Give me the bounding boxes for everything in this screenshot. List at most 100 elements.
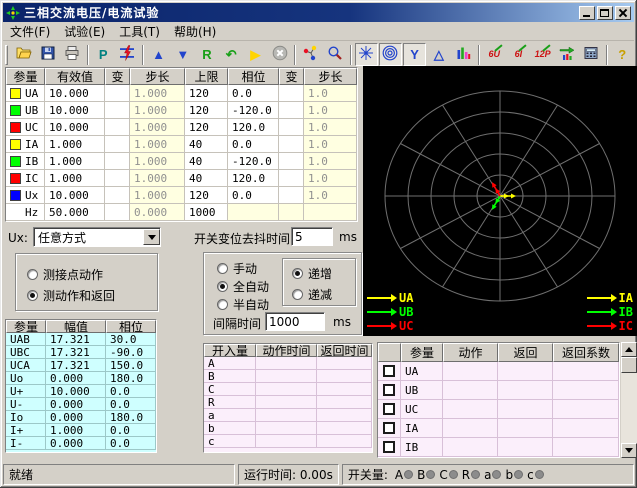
column-header[interactable]: 返回时间	[317, 344, 372, 357]
radio-icon[interactable]	[27, 269, 38, 280]
column-header[interactable]: 步长	[304, 68, 357, 85]
radio-option[interactable]: 递减	[292, 286, 332, 303]
phase-step-cell[interactable]: 1.0	[304, 187, 357, 204]
column-header[interactable]: 动作	[443, 343, 498, 362]
scroll-up-icon[interactable]	[621, 342, 637, 357]
vary-cell[interactable]	[105, 204, 130, 221]
step-down-button[interactable]: ▼	[171, 43, 194, 66]
result-table-scrollbar[interactable]	[621, 342, 637, 458]
six-i-button[interactable]: 6I	[507, 43, 530, 66]
vary-cell[interactable]	[279, 187, 304, 204]
step-cell[interactable]: 1.000	[130, 102, 185, 119]
menu-item[interactable]: 帮助(H)	[167, 22, 223, 41]
delta-view-button[interactable]: △	[427, 43, 450, 66]
phase-cell[interactable]: 0.0	[228, 136, 279, 153]
radio-icon[interactable]	[27, 290, 38, 301]
radio-option[interactable]: 全自动	[217, 278, 269, 295]
column-header[interactable]: 参量	[401, 343, 443, 362]
interval-input[interactable]	[265, 312, 325, 331]
vary-cell[interactable]	[279, 153, 304, 170]
vector-view-button[interactable]	[299, 43, 322, 66]
ux-mode-dropdown[interactable]: 任意方式	[33, 227, 161, 247]
vary-cell[interactable]	[105, 136, 130, 153]
column-header[interactable]: 幅值	[46, 320, 106, 333]
menu-item[interactable]: 工具(T)	[112, 22, 167, 41]
step-cell[interactable]: 1.000	[130, 187, 185, 204]
radio-option[interactable]: 测动作和返回	[27, 287, 115, 304]
phase-cell[interactable]: -120.0	[228, 102, 279, 119]
p-control-button[interactable]: P	[92, 43, 115, 66]
vary-cell[interactable]	[279, 102, 304, 119]
column-header[interactable]: 开入量	[204, 344, 256, 357]
output-bars-button[interactable]	[555, 43, 578, 66]
print-button[interactable]	[60, 43, 83, 66]
rms-cell[interactable]: 10.000	[45, 187, 105, 204]
reset-button[interactable]: R	[195, 43, 218, 66]
wye-view-button[interactable]: Y	[403, 43, 426, 66]
column-header[interactable]: 变	[279, 68, 304, 85]
phase-cell[interactable]: 0.0	[228, 85, 279, 102]
twelve-p-button[interactable]: 12P	[531, 43, 554, 66]
step-cell[interactable]: 1.000	[130, 136, 185, 153]
step-cell[interactable]: 1.000	[130, 119, 185, 136]
start-test-button[interactable]: ▶	[244, 43, 267, 66]
dropdown-arrow-icon[interactable]	[143, 229, 160, 245]
step-cell[interactable]: 1.000	[130, 170, 185, 187]
row-checkbox[interactable]	[383, 365, 395, 377]
help-button[interactable]: ?	[611, 43, 634, 66]
phase-step-cell[interactable]	[304, 204, 357, 221]
step-up-button[interactable]: ▲	[147, 43, 170, 66]
phase-step-cell[interactable]: 1.0	[304, 153, 357, 170]
radio-option[interactable]: 测接点动作	[27, 266, 103, 283]
column-header[interactable]: 相位	[228, 68, 279, 85]
row-checkbox[interactable]	[383, 422, 395, 434]
scroll-down-icon[interactable]	[621, 443, 637, 458]
circle-view-button[interactable]	[379, 43, 402, 66]
step-cell[interactable]: 0.000	[130, 204, 185, 221]
rms-cell[interactable]: 50.000	[45, 204, 105, 221]
vary-cell[interactable]	[279, 170, 304, 187]
phase-cell[interactable]: 120.0	[228, 119, 279, 136]
radio-option[interactable]: 手动	[217, 260, 257, 277]
phase-step-cell[interactable]: 1.0	[304, 102, 357, 119]
phase-cell[interactable]: -120.0	[228, 153, 279, 170]
menu-item[interactable]: 试验(E)	[57, 22, 112, 41]
undo-button[interactable]: ↶	[220, 43, 243, 66]
row-checkbox[interactable]	[383, 403, 395, 415]
phase-step-cell[interactable]: 1.0	[304, 85, 357, 102]
phase-step-cell[interactable]: 1.0	[304, 136, 357, 153]
limit-cell[interactable]: 120	[185, 119, 228, 136]
open-button[interactable]	[12, 43, 35, 66]
stop-test-button[interactable]	[268, 43, 291, 66]
column-header[interactable]: 返回系数	[553, 343, 619, 362]
close-button[interactable]	[615, 6, 631, 20]
vary-cell[interactable]	[279, 204, 304, 221]
column-header[interactable]: 返回	[498, 343, 553, 362]
row-checkbox[interactable]	[383, 384, 395, 396]
column-header[interactable]: 变	[105, 68, 130, 85]
calculator-button[interactable]	[579, 43, 602, 66]
step-cell[interactable]: 1.000	[130, 153, 185, 170]
limit-cell[interactable]: 1000	[185, 204, 228, 221]
radio-icon[interactable]	[217, 299, 228, 310]
phase-cell[interactable]	[228, 204, 279, 221]
rms-cell[interactable]: 10.000	[45, 102, 105, 119]
maximize-button[interactable]	[597, 6, 613, 20]
vary-cell[interactable]	[105, 85, 130, 102]
radio-icon[interactable]	[292, 268, 303, 279]
phase-step-cell[interactable]: 1.0	[304, 170, 357, 187]
column-header[interactable]: 参量	[6, 320, 46, 333]
vary-cell[interactable]	[279, 85, 304, 102]
phase-cell[interactable]: 0.0	[228, 187, 279, 204]
six-u-button[interactable]: 6U	[483, 43, 506, 66]
vary-cell[interactable]	[105, 187, 130, 204]
zoom-button[interactable]	[323, 43, 346, 66]
vary-cell[interactable]	[105, 102, 130, 119]
scrollbar-thumb[interactable]	[621, 357, 637, 373]
limit-cell[interactable]: 40	[185, 153, 228, 170]
radio-option[interactable]: 半自动	[217, 296, 269, 313]
radio-option[interactable]: 递增	[292, 265, 332, 282]
bar-view-button[interactable]	[451, 43, 474, 66]
phase-cell[interactable]: 120.0	[228, 170, 279, 187]
step-cell[interactable]: 1.000	[130, 85, 185, 102]
